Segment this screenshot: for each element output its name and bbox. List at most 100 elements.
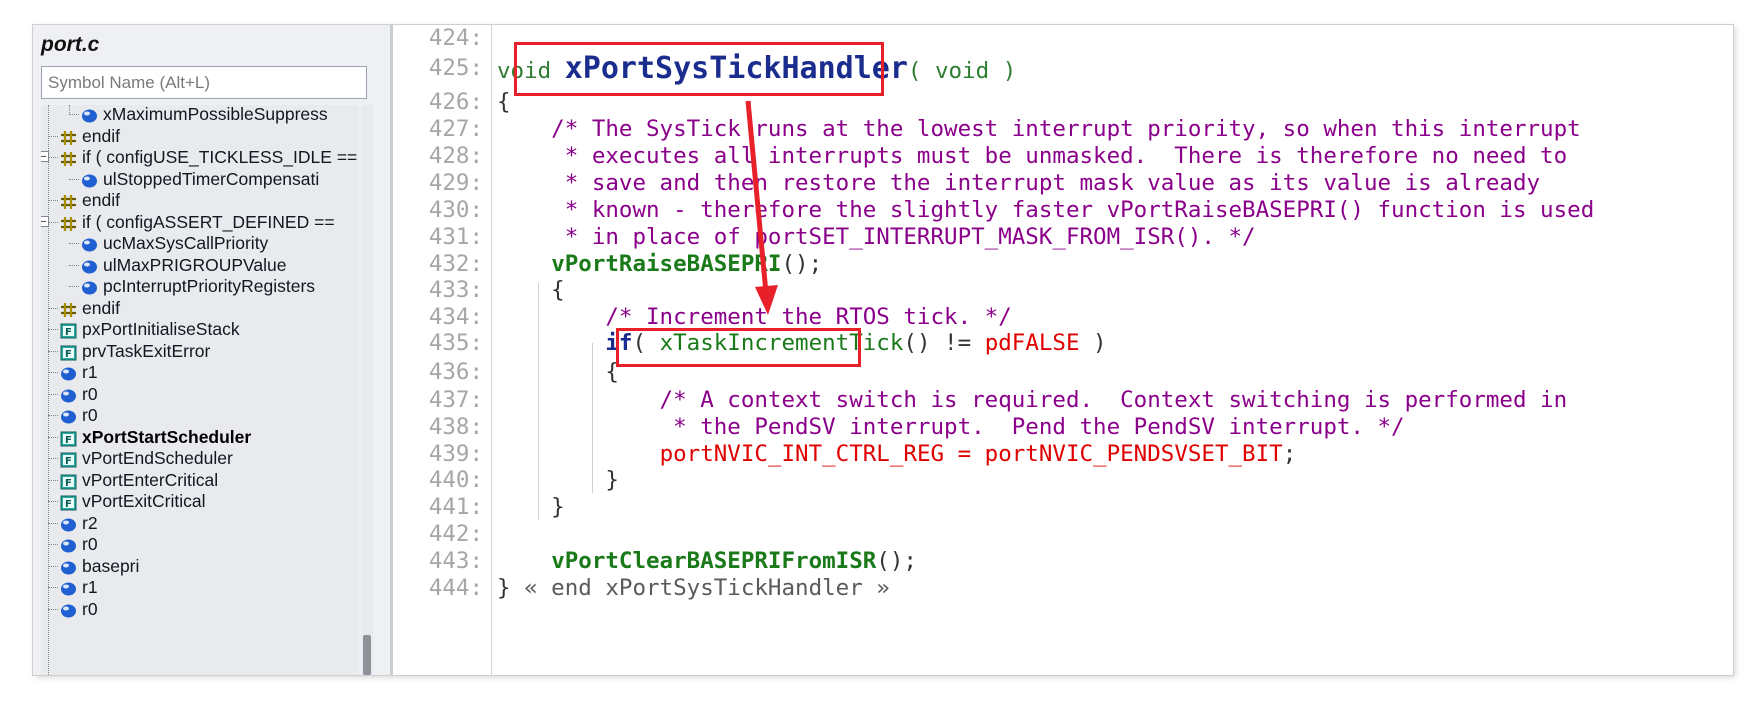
tree-guide [48,350,58,352]
symbol-tree-item[interactable]: r0 [41,597,359,621]
symbol-tree-item[interactable]: FxPortStartScheduler [41,425,359,449]
code-text: /* The SysTick runs at the lowest interr… [497,116,1581,143]
code-text: /* A context switch is required. Context… [497,387,1568,414]
tree-guide [48,501,58,502]
code-token: vPortRaiseBASEPRI [551,251,782,277]
code-token: xPortSysTickHandler [564,51,908,86]
line-number: 424: [428,25,483,51]
tree-guide [69,114,79,115]
tree-guide [48,608,58,610]
code-token: ( [632,330,660,356]
line-number: 427: [428,116,483,142]
line-number: 442: [428,521,483,547]
code-token: } [497,494,565,520]
symbol-label: r1 [82,362,98,382]
symbol-tree-item[interactable]: ucMaxSysCallPriority [41,231,359,255]
code-text: * known - therefore the slightly faster … [497,197,1595,224]
code-text: * save and then restore the interrupt ma… [497,170,1540,197]
function-icon: F [60,493,77,511]
symbol-tree-item[interactable]: r1 [41,575,359,599]
symbol-search-input[interactable] [41,66,367,99]
line-number: 434: [428,304,483,330]
line-number: 432: [428,251,483,277]
code-editor[interactable]: 424: 425: void xPortSysTickHandler( void )… [393,25,1733,675]
function-icon: F [60,450,77,468]
line-number: 440: [428,467,483,493]
code-text: } « end xPortSysTickHandler » [497,575,890,602]
symbol-tree-item[interactable]: FprvTaskExitError [41,339,359,363]
symbol-tree-item[interactable]: r0 [41,532,359,556]
symbol-label: if ( configASSERT_DEFINED == [82,211,335,232]
symbol-label: if ( configUSE_TICKLESS_IDLE == [82,147,358,167]
line-number: 439: [428,441,483,467]
file-title: port.c [41,33,100,56]
symbol-label: endif [82,190,120,210]
symbol-tree-item[interactable]: − if ( configASSERT_DEFINED == [41,210,359,234]
symbol-tree-item[interactable]: pcInterruptPriorityRegisters [41,274,359,298]
symbol-tree-item[interactable]: basepri [41,554,359,578]
scrollbar-thumb[interactable] [363,635,371,675]
line-number: 441: [428,494,483,520]
code-token: if [605,330,633,356]
symbol-label: xPortStartScheduler [82,426,252,447]
symbol-tree-item[interactable]: FvPortEnterCritical [41,468,359,492]
code-token: () != [903,330,985,356]
symbol-tree-item[interactable]: endif [41,124,359,148]
preprocessor-icon [60,149,77,166]
symbol-tree-item[interactable]: − if ( configUSE_TICKLESS_IDLE == [41,145,359,169]
symbol-tree-item[interactable]: r1 [41,360,359,384]
tree-guide [48,393,58,395]
variable-icon [60,515,77,531]
code-token: void [497,58,565,84]
code-token: /* The SysTick runs at the lowest interr… [497,116,1581,142]
preprocessor-icon [60,300,77,317]
variable-icon [81,235,98,252]
variable-icon [60,407,77,424]
symbol-tree-item[interactable]: ulMaxPRIGROUPValue [41,253,359,277]
symbol-tree-item[interactable]: ulStoppedTimerCompensati [41,167,359,191]
code-token: /* A context switch is required. Context… [497,387,1568,413]
symbol-tree-item[interactable]: FvPortExitCritical [41,489,359,513]
svg-text:F: F [65,456,72,467]
symbol-tree-item[interactable]: r0 [41,403,359,427]
code-token: « end xPortSysTickHandler » [524,575,890,601]
variable-icon [81,171,98,187]
code-text: if( xTaskIncrementTick() != pdFALSE ) [497,330,1106,357]
collapse-toggle-icon[interactable]: − [41,215,49,227]
tree-guide [48,221,58,223]
preprocessor-icon [60,214,77,231]
tree-guide [48,544,58,545]
symbol-tree-item[interactable]: FpxPortInitialiseStack [41,317,359,341]
code-text: vPortClearBASEPRIFromISR(); [497,548,917,575]
code-token: ; [1282,441,1297,467]
code-text: * executes all interrupts must be unmask… [497,143,1567,170]
symbol-tree-item[interactable]: endif [41,296,359,320]
code-text: { [497,359,619,386]
code-text: { [497,277,565,304]
code-token: portNVIC_INT_CTRL_REG = portNVIC_PENDSVS… [659,441,1283,467]
symbol-label: ulStoppedTimerCompensati [103,168,320,189]
variable-icon [60,579,77,596]
line-number: 438: [428,414,483,440]
code-text: portNVIC_INT_CTRL_REG = portNVIC_PENDSVS… [497,441,1297,468]
code-token: * in place of portSET_INTERRUPT_MASK_FRO… [497,224,1256,250]
code-token: ( void ) [907,58,1017,84]
variable-icon [81,257,98,273]
code-token: xTaskIncrementTick [659,330,904,356]
symbol-label: vPortEndScheduler [82,448,233,468]
preprocessor-icon [60,192,77,209]
symbol-tree-item[interactable]: r2 [41,511,359,535]
symbol-tree-scrollbar[interactable] [361,105,373,675]
symbol-tree-item[interactable]: FvPortEndScheduler [41,446,359,470]
symbol-tree-item[interactable]: endif [41,188,359,212]
tree-guide [48,329,58,330]
code-token: (); [876,548,917,574]
source-insight-window: port.c xMaximumPossibleSuppressendif−if … [33,25,1733,675]
code-text: void xPortSysTickHandler( void ) [497,54,1017,85]
symbol-tree-item[interactable]: r0 [41,382,359,406]
symbol-label: prvTaskExitError [82,340,211,361]
tree-guide [69,178,79,180]
collapse-toggle-icon[interactable]: − [41,151,49,163]
